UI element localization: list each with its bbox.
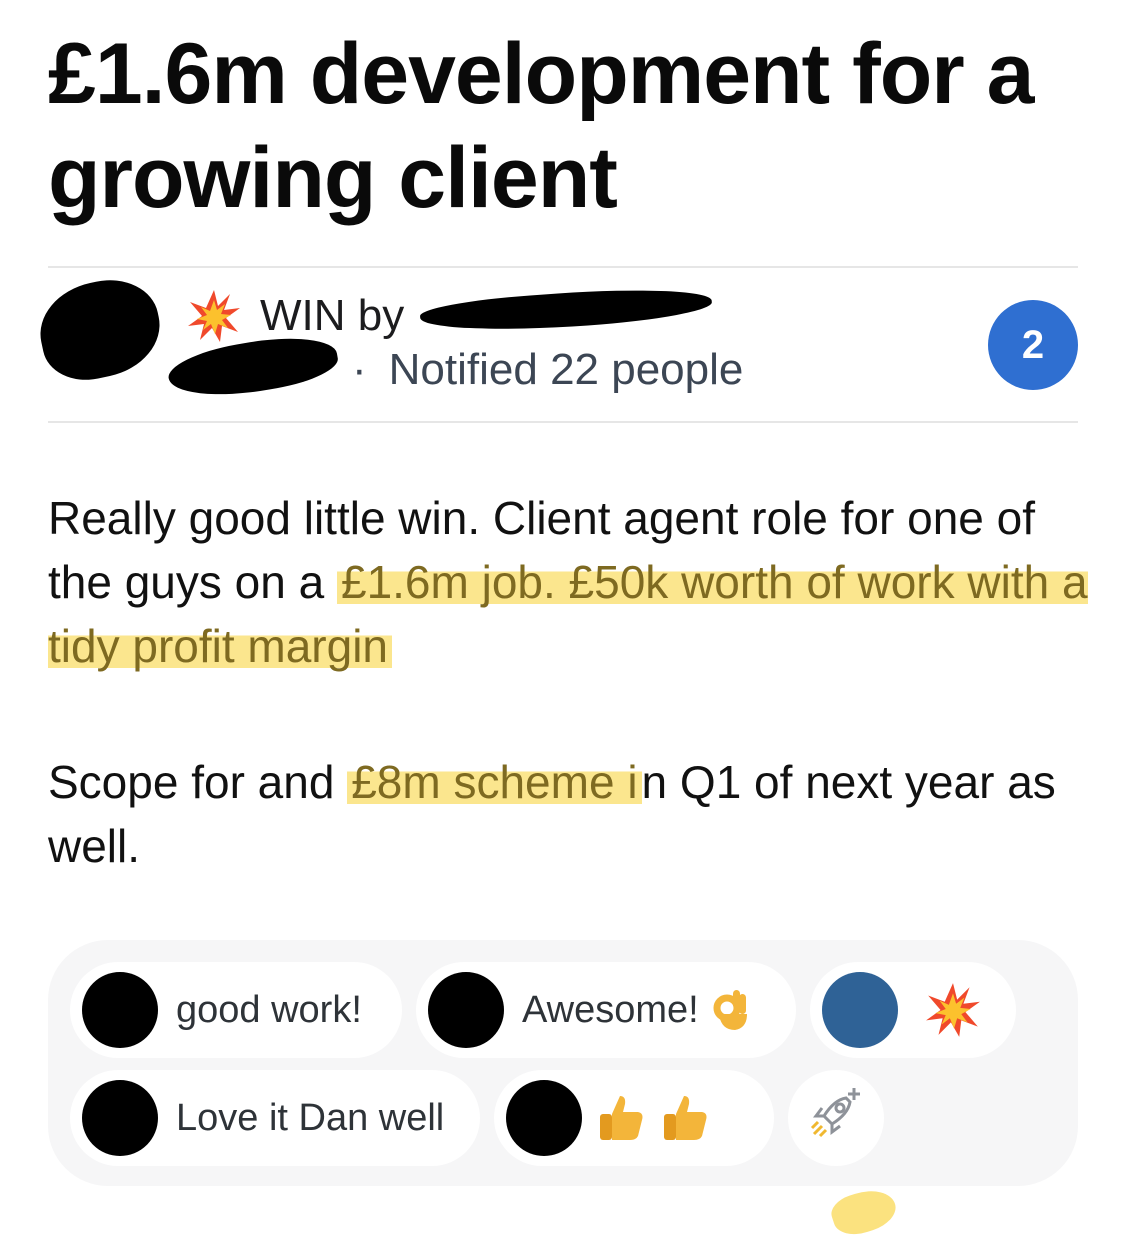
collision-icon <box>924 981 982 1039</box>
reaction-pill-thumbs-up[interactable] <box>494 1070 774 1166</box>
collision-icon <box>188 290 240 342</box>
reaction-pill-love-it[interactable]: Love it Dan well <box>70 1070 480 1166</box>
thumbs-up-icon <box>594 1092 646 1144</box>
header-divider-bottom <box>48 421 1078 423</box>
paragraph2-lead: Scope for and <box>48 756 348 808</box>
reaction-text: Awesome! <box>522 988 699 1031</box>
win-by-label: WIN by <box>260 291 405 340</box>
post-title: £1.6m development for a growing client <box>48 26 1034 226</box>
separator-dot: · <box>352 345 367 394</box>
author-name-redacted <box>419 282 713 338</box>
post-paragraph-2: Scope for and £8m scheme in Q1 of next y… <box>48 750 1088 878</box>
reactor-avatar <box>82 972 158 1048</box>
comment-count-badge[interactable]: 2 <box>988 300 1078 390</box>
thumbs-up-icon <box>658 1092 710 1144</box>
reactor-avatar <box>822 972 898 1048</box>
notified-text: Notified 22 people <box>388 345 744 394</box>
reaction-text: Love it Dan well <box>176 1096 445 1139</box>
reactor-avatar <box>82 1080 158 1156</box>
paragraph2-highlight: £8m scheme i <box>347 756 642 808</box>
reaction-pill-collision[interactable] <box>810 962 1016 1058</box>
highlight-smear <box>827 1183 901 1241</box>
notified-line: · Notified 22 people <box>352 345 743 395</box>
add-reaction-button[interactable] <box>788 1070 884 1166</box>
header-divider-top <box>48 266 1078 268</box>
reactions-panel: good work! Awesome! Love it Dan well <box>48 940 1078 1186</box>
author-avatar-redacted[interactable] <box>31 270 169 389</box>
reactor-avatar <box>506 1080 582 1156</box>
reaction-pill-awesome[interactable]: Awesome! <box>416 962 796 1058</box>
win-line: WIN by <box>186 288 404 344</box>
reaction-text: good work! <box>176 988 362 1031</box>
rocket-add-icon <box>806 1086 866 1151</box>
reaction-pill-good-work[interactable]: good work! <box>70 962 402 1058</box>
reactor-avatar <box>428 972 504 1048</box>
post-paragraph-1: Really good little win. Client agent rol… <box>48 486 1088 678</box>
ok-hand-icon <box>711 988 751 1032</box>
